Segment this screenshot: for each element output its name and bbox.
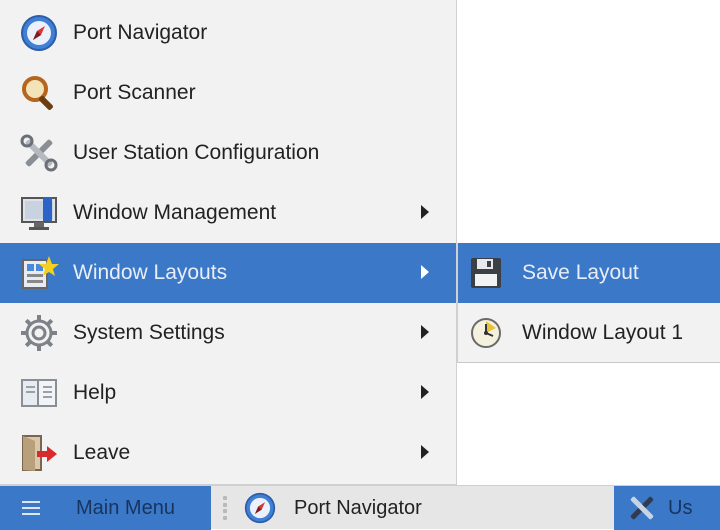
menu-item-help[interactable]: Help <box>0 363 456 423</box>
submenu-item-label: Save Layout <box>522 261 639 284</box>
menu-item-window-management[interactable]: Window Management <box>0 183 456 243</box>
menu-item-port-navigator[interactable]: Port Navigator <box>0 3 456 63</box>
layouts-icon <box>17 251 61 295</box>
menu-item-label: Port Scanner <box>73 81 196 104</box>
menu-item-port-scanner[interactable]: Port Scanner <box>0 63 456 123</box>
menu-item-label: Help <box>73 381 117 404</box>
compass-icon <box>244 492 276 524</box>
main-menu-label: Main Menu <box>76 496 175 519</box>
taskbar-task-user-station[interactable]: Us <box>614 486 720 530</box>
taskbar-grip-handle[interactable] <box>223 496 229 520</box>
gear-icon <box>17 311 61 355</box>
hamburger-icon <box>22 501 40 515</box>
submenu-arrow-icon <box>421 385 429 399</box>
menu-item-user-station-configuration[interactable]: User Station Configuration <box>0 123 456 183</box>
submenu-arrow-icon <box>421 445 429 459</box>
submenu-arrow-icon <box>421 265 429 279</box>
taskbar-task-label: Us <box>668 496 693 519</box>
menu-item-window-layouts[interactable]: Window Layouts <box>0 243 456 303</box>
menu-item-label: System Settings <box>73 321 225 344</box>
taskbar-task-label: Port Navigator <box>294 496 422 519</box>
exit-door-icon <box>17 431 61 475</box>
menu-item-label: Port Navigator <box>73 21 208 44</box>
compass-icon <box>17 11 61 55</box>
main-menu-button[interactable]: Main Menu <box>0 486 211 530</box>
tools-icon <box>17 131 61 175</box>
menu-item-label: Window Management <box>73 201 277 224</box>
window-layouts-submenu: Save Layout Window Layout 1 <box>457 243 720 363</box>
menu-item-label: Leave <box>73 441 131 464</box>
floppy-disk-icon <box>466 253 506 293</box>
menu-item-label: User Station Configuration <box>73 141 320 164</box>
layout-clock-icon <box>466 313 506 353</box>
help-book-icon <box>17 371 61 415</box>
submenu-arrow-icon <box>421 325 429 339</box>
taskbar: Main Menu Port Navigator Us <box>0 485 720 530</box>
taskbar-task-port-navigator[interactable]: Port Navigator <box>236 486 614 530</box>
submenu-item-label: Window Layout 1 <box>522 321 684 344</box>
submenu-item-window-layout-1[interactable]: Window Layout 1 <box>458 303 720 363</box>
magnifier-icon <box>17 71 61 115</box>
main-menu-panel: Port Navigator Port Scanner User Station… <box>0 0 457 485</box>
submenu-arrow-icon <box>421 205 429 219</box>
menu-item-label: Window Layouts <box>73 261 228 284</box>
menu-item-system-settings[interactable]: System Settings <box>0 303 456 363</box>
menu-item-leave[interactable]: Leave <box>0 423 456 483</box>
submenu-item-save-layout[interactable]: Save Layout <box>458 243 720 303</box>
monitor-icon <box>17 191 61 235</box>
tools-icon <box>626 492 658 524</box>
